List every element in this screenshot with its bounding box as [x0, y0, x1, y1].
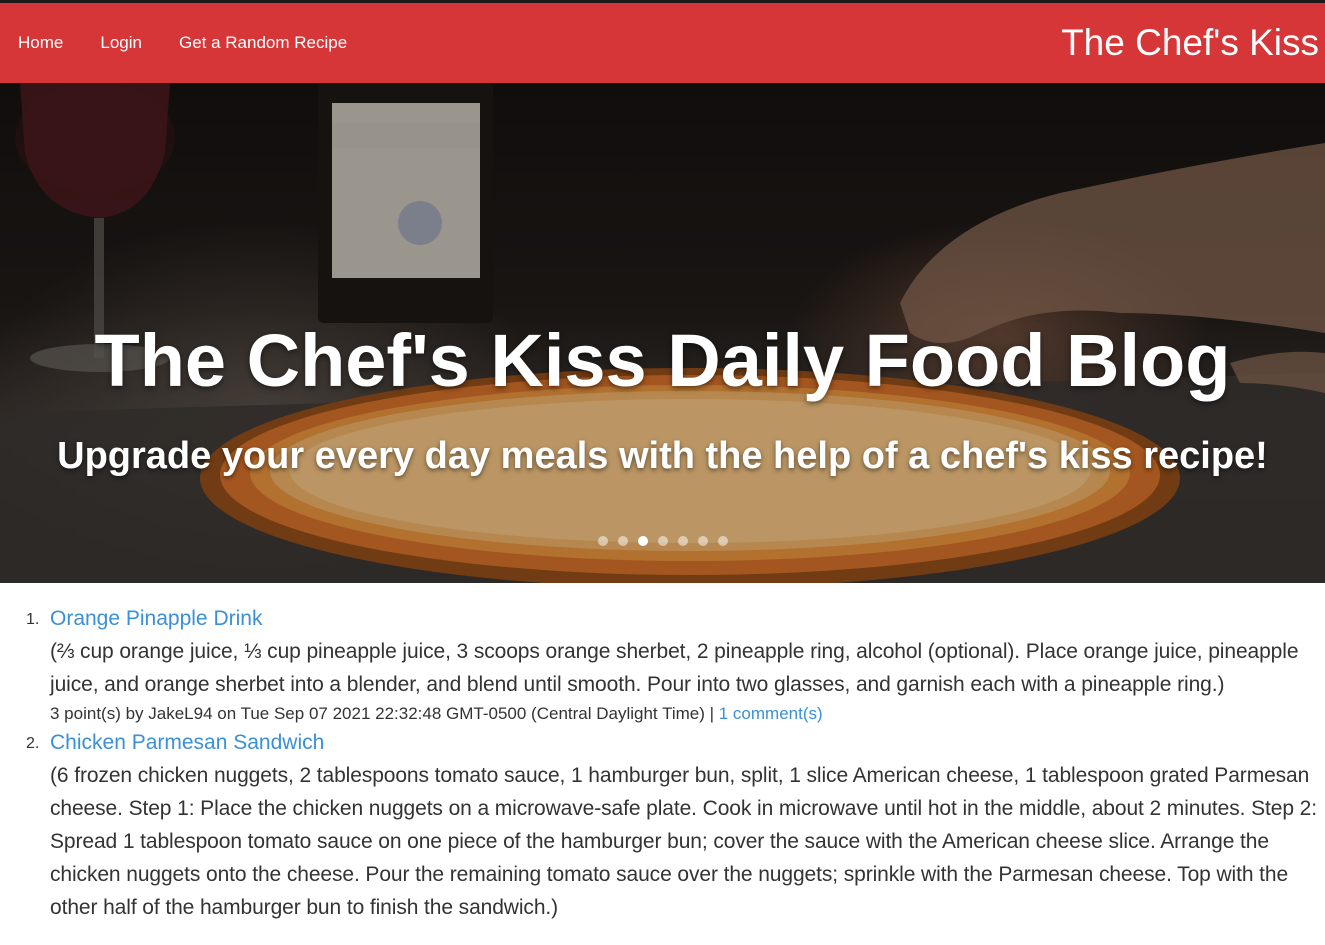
recipe-title-link[interactable]: Chicken Parmesan Sandwich: [50, 729, 1321, 757]
carousel-dot-5[interactable]: [678, 536, 688, 546]
recipe-number: 2.: [26, 735, 40, 752]
nav-links: Home Login Get a Random Recipe: [18, 33, 384, 53]
recipe-meta-text: 3 point(s) by JakeL94 on Tue Sep 07 2021…: [50, 704, 715, 723]
recipe-list: 1. Orange Pinapple Drink (⅔ cup orange j…: [0, 583, 1325, 924]
recipe-title-link[interactable]: Orange Pinapple Drink: [50, 605, 1321, 633]
recipe-description: (⅔ cup orange juice, ⅓ cup pineapple jui…: [50, 640, 1299, 696]
carousel-dot-6[interactable]: [698, 536, 708, 546]
carousel-dot-7[interactable]: [718, 536, 728, 546]
recipe-meta: 3 point(s) by JakeL94 on Tue Sep 07 2021…: [50, 701, 1321, 727]
top-navbar: Home Login Get a Random Recipe The Chef'…: [0, 3, 1325, 83]
nav-home-link[interactable]: Home: [18, 33, 63, 53]
carousel-indicators: [598, 536, 738, 546]
recipe-item: 1. Orange Pinapple Drink (⅔ cup orange j…: [0, 605, 1325, 727]
carousel-dot-1[interactable]: [598, 536, 608, 546]
carousel-dot-2[interactable]: [618, 536, 628, 546]
nav-login-link[interactable]: Login: [100, 33, 142, 53]
recipe-number: 1.: [26, 611, 40, 628]
hero-title: The Chef's Kiss Daily Food Blog: [94, 319, 1231, 402]
carousel-dot-3-active[interactable]: [638, 536, 648, 546]
recipe-description: (6 frozen chicken nuggets, 2 tablespoons…: [50, 764, 1317, 919]
hero-subtitle: Upgrade your every day meals with the he…: [57, 435, 1268, 477]
recipe-item: 2. Chicken Parmesan Sandwich (6 frozen c…: [0, 729, 1325, 924]
carousel-dot-4[interactable]: [658, 536, 668, 546]
nav-random-recipe-link[interactable]: Get a Random Recipe: [179, 33, 347, 53]
hero-carousel: The Chef's Kiss Daily Food Blog Upgrade …: [0, 83, 1325, 583]
brand-logo-text[interactable]: The Chef's Kiss: [1061, 22, 1319, 64]
recipe-comments-link[interactable]: 1 comment(s): [719, 704, 823, 723]
